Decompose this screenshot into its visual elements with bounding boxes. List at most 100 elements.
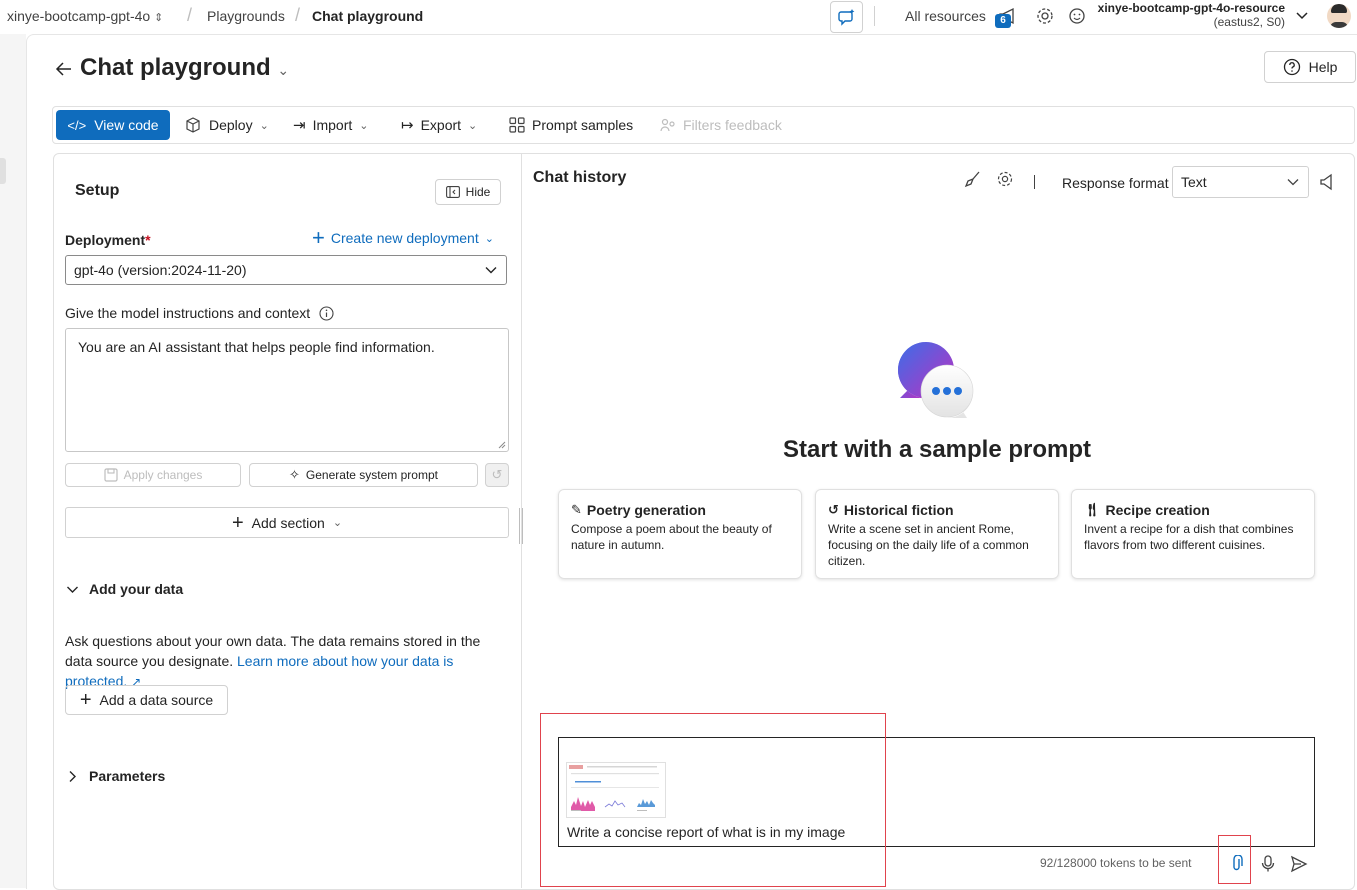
settings-button[interactable]: [1035, 6, 1055, 26]
chevron-right-icon: [69, 770, 76, 782]
chevron-down-icon: [67, 586, 78, 593]
sample-card-historical[interactable]: ↺ Historical fiction Write a scene set i…: [815, 489, 1059, 579]
help-label: Help: [1308, 59, 1338, 75]
response-format-value: Text: [1181, 174, 1207, 190]
panel-collapse-icon: [445, 186, 460, 198]
cube-icon: [186, 117, 200, 133]
divider: [1034, 175, 1035, 189]
chat-settings-button[interactable]: [996, 170, 1014, 188]
chevron-updown-icon: ⇕: [154, 12, 164, 24]
parameters-toggle[interactable]: Parameters: [66, 768, 165, 784]
sample-card-poetry[interactable]: ✎ Poetry generation Compose a poem about…: [558, 489, 802, 579]
project-switcher[interactable]: xinye-bootcamp-gpt-4o ⇕: [7, 8, 163, 24]
create-deployment-link[interactable]: + Create new deployment ⌄: [312, 227, 494, 249]
filters-feedback-button[interactable]: Filters feedback: [660, 110, 782, 140]
sparkle-icon: ✧: [289, 467, 300, 482]
resize-handle[interactable]: [519, 508, 523, 544]
highlight-attached-image: [540, 713, 886, 887]
chevron-down-icon: ⌄: [277, 62, 290, 78]
prompt-samples-button[interactable]: Prompt samples: [509, 110, 633, 140]
card-title: ✎ Poetry generation: [571, 502, 706, 518]
add-your-data-toggle[interactable]: Add your data: [66, 581, 183, 597]
hide-button[interactable]: Hide: [435, 179, 501, 205]
chat-history-title: Chat history: [533, 169, 627, 186]
help-button[interactable]: Help: [1264, 51, 1356, 83]
create-deployment-label: Create new deployment: [330, 230, 479, 246]
card-description: Invent a recipe for a dish that combines…: [1084, 522, 1294, 552]
response-format-select[interactable]: Text: [1172, 166, 1309, 198]
plus-icon: +: [79, 689, 92, 711]
chevron-down-icon: ⌄: [259, 119, 269, 132]
back-button[interactable]: [55, 60, 73, 78]
apply-changes-button[interactable]: Apply changes: [65, 463, 241, 487]
grid-icon: [509, 117, 525, 133]
history-icon: ↺: [828, 502, 839, 517]
smiley-icon: [1069, 8, 1085, 24]
clear-chat-button[interactable]: [964, 170, 982, 188]
arrow-left-icon: [55, 62, 71, 76]
deployment-label: Deployment*: [65, 232, 151, 248]
add-section-button[interactable]: + Add section ⌄: [65, 507, 509, 538]
sample-card-recipe[interactable]: 🍴︎ Recipe creation Invent a recipe for a…: [1071, 489, 1315, 579]
deploy-label: Deploy: [209, 117, 253, 133]
info-icon[interactable]: [319, 305, 334, 321]
chevron-down-icon[interactable]: [1294, 8, 1310, 24]
chevron-down-icon: [485, 267, 497, 274]
prompt-samples-label: Prompt samples: [532, 117, 634, 133]
gear-icon: [1037, 8, 1053, 24]
setup-title: Setup: [75, 182, 120, 199]
microphone-button[interactable]: [1261, 855, 1275, 873]
export-label: Export: [420, 117, 462, 133]
resize-grip-icon[interactable]: [498, 441, 506, 449]
add-section-label: Add section: [251, 514, 325, 531]
required-mark: *: [145, 232, 151, 248]
breadcrumb-playgrounds[interactable]: Playgrounds: [207, 8, 285, 24]
add-data-source-button[interactable]: + Add a data source: [65, 685, 228, 715]
import-label: Import: [312, 117, 353, 133]
import-button[interactable]: ⇥ Import ⌄: [293, 110, 368, 140]
breadcrumb-current: Chat playground: [312, 8, 424, 24]
response-format-label: Response format: [1062, 175, 1169, 191]
hide-label: Hide: [465, 185, 491, 199]
project-name: xinye-bootcamp-gpt-4o: [7, 8, 151, 24]
instructions-label: Give the model instructions and context: [65, 305, 334, 321]
card-description: Compose a poem about the beauty of natur…: [571, 522, 772, 552]
view-code-button[interactable]: </> View code: [56, 110, 170, 140]
apply-changes-label: Apply changes: [123, 468, 203, 482]
chevron-down-icon: [1287, 179, 1299, 186]
chevron-down-icon: ⌄: [468, 119, 478, 132]
all-resources-link[interactable]: All resources: [905, 8, 986, 24]
pen-icon: ✎: [571, 502, 582, 517]
parameters-label: Parameters: [89, 768, 166, 784]
reset-button[interactable]: ↺: [485, 463, 509, 487]
speaker-button[interactable]: [1319, 173, 1335, 191]
send-icon: [1290, 855, 1308, 873]
plus-icon: +: [231, 511, 244, 534]
view-code-label: View code: [94, 117, 159, 133]
people-feedback-icon: [660, 118, 675, 132]
gear-icon: [997, 171, 1013, 187]
card-title: ↺ Historical fiction: [828, 502, 954, 518]
chevron-down-icon: ⌄: [359, 119, 369, 132]
system-message-input[interactable]: You are an AI assistant that helps peopl…: [65, 328, 509, 452]
resource-region: (eastus2, S0): [1213, 15, 1285, 29]
copilot-chat-button[interactable]: [830, 1, 863, 33]
feedback-button[interactable]: [1067, 6, 1087, 26]
deployment-select[interactable]: gpt-4o (version:2024-11-20): [65, 255, 507, 285]
resource-switcher[interactable]: xinye-bootcamp-gpt-4o-resource (eastus2,…: [1095, 1, 1285, 29]
utensils-icon: 🍴︎: [1084, 502, 1101, 517]
send-button[interactable]: [1290, 855, 1308, 873]
chat-sparkle-icon: [837, 9, 854, 26]
code-icon: </>: [67, 117, 87, 133]
question-circle-icon: [1283, 58, 1300, 76]
generate-prompt-button[interactable]: ✧ Generate system prompt: [249, 463, 478, 487]
highlight-attach-button: [1218, 835, 1251, 884]
notifications-button[interactable]: 6: [995, 6, 1023, 28]
notification-count-badge: 6: [995, 14, 1011, 28]
import-icon: ⇥: [293, 117, 306, 134]
export-button[interactable]: ↦ Export ⌄: [401, 110, 477, 140]
deploy-button[interactable]: Deploy ⌄: [184, 110, 269, 140]
avatar[interactable]: [1327, 4, 1351, 28]
add-data-source-label: Add a data source: [99, 692, 214, 708]
chevron-down-icon: ⌄: [484, 232, 494, 245]
